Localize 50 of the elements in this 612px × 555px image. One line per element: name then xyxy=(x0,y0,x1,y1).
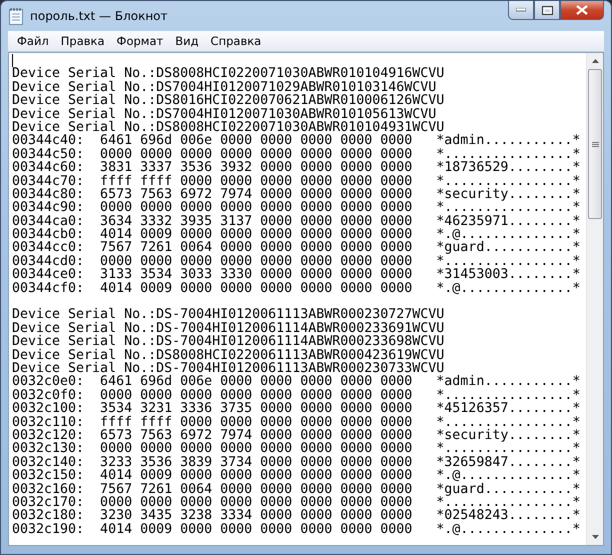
text-line: 00344cc0: 7567 7261 0064 0000 0000 0000 0000 0000 *guard...........* xyxy=(12,241,582,255)
text-line: 0032c180: 3230 3435 3238 3334 0000 0000 0000 0000 *02548243........* xyxy=(12,509,582,523)
text-line: 0032c130: 0000 0000 0000 0000 0000 0000 0000 0000 *................* xyxy=(12,442,582,456)
text-line: 00344c70: ffff ffff 0000 0000 0000 0000 0000 0000 *................* xyxy=(12,174,582,188)
text-line: 00344ce0: 3133 3534 3033 3330 0000 0000 0000 0000 *31453003........* xyxy=(12,268,582,282)
scrollbar-thumb[interactable] xyxy=(588,69,602,219)
text-line: Device Serial No.:DS8008HCI0220061113ABWR000423619WCVU xyxy=(12,348,446,362)
text-line: 00344c40: 6461 696d 006e 0000 0000 0000 0000 0000 *admin...........* xyxy=(12,134,582,148)
text-line: 00344c80: 6573 7563 6972 7974 0000 0000 0000 0000 *security........* xyxy=(12,188,582,202)
text-line: 0032c170: 0000 0000 0000 0000 0000 0000 0000 0000 *................* xyxy=(12,496,582,510)
text-line: 0032c160: 7567 7261 0064 0000 0000 0000 0000 0000 *guard...........* xyxy=(12,482,582,496)
notepad-icon xyxy=(8,7,24,25)
text-line: 0032c140: 3233 3536 3839 3734 0000 0000 0000 0000 *32659847........* xyxy=(12,456,582,470)
text-line: 0032c150: 4014 0009 0000 0000 0000 0000 0000 0000 *.@..............* xyxy=(12,469,582,482)
text-line: 00344c90: 0000 0000 0000 0000 0000 0000 0000 0000 *................* xyxy=(12,201,582,215)
menu-item[interactable]: Формат xyxy=(110,34,170,48)
close-button[interactable] xyxy=(560,1,604,20)
text-line: Device Serial No.:DS7004HI0120071030ABWR010105613WCVU xyxy=(12,108,436,121)
text-line: 0032c0e0: 6461 696d 006e 0000 0000 0000 0000 0000 *admin...........* xyxy=(12,375,582,389)
close-icon xyxy=(576,5,588,15)
window-title: пороль.txt — Блокнот xyxy=(30,9,168,23)
text-line: 00344c60: 3831 3337 3536 3932 0000 0000 0000 0000 *18736529........* xyxy=(12,161,582,175)
text-line: Device Serial No.:DS-7004HI0120061113ABWR000230727WCVU xyxy=(12,308,446,322)
text-line: Device Serial No.:DS-7004HI0120061113ABWR000230733WCVU xyxy=(12,362,444,376)
text-line: 00344cd0: 0000 0000 0000 0000 0000 0000 0000 0000 *................* xyxy=(12,254,582,268)
text-line: 0032c110: ffff ffff 0000 0000 0000 0000 0000 0000 *................* xyxy=(12,416,582,429)
minimize-icon xyxy=(516,8,526,12)
maximize-button[interactable] xyxy=(534,1,560,20)
text-line: Device Serial No.:DS8016HCI0220070621ABWR010006126WCVU xyxy=(12,94,446,108)
text-line: Device Serial No.:DS-7004HI0120061114ABWR000233691WCVU xyxy=(12,322,446,336)
text-line: Device Serial No.:DS8008HCI0220071030ABWR010104916WCVU xyxy=(12,67,446,81)
text-line: 0032c100: 3534 3231 3336 3735 0000 0000 0000 0000 *45126357........* xyxy=(12,402,582,416)
text-line: 00344cf0: 4014 0009 0000 0000 0000 0000 0000 0000 *.@..............* xyxy=(12,282,582,296)
menu-item[interactable]: Файл xyxy=(11,34,55,48)
text-line: 0032c190: 4014 0009 0000 0000 0000 0000 0000 0000 *.@..............* xyxy=(12,522,582,536)
text-line: 00344cb0: 4014 0009 0000 0000 0000 0000 0000 0000 *.@..............* xyxy=(12,228,582,242)
minimize-button[interactable] xyxy=(508,1,534,20)
text-line: 00344c50: 0000 0000 0000 0000 0000 0000 0000 0000 *................* xyxy=(12,148,582,162)
text-line: 0032c0f0: 0000 0000 0000 0000 0000 0000 0000 0000 *................* xyxy=(12,388,582,402)
scrollbar[interactable] xyxy=(586,53,603,545)
text-line: Device Serial No.:DS8008HCI0220071030ABWR010104931WCVU xyxy=(12,120,444,134)
maximize-icon xyxy=(542,6,552,14)
menu-item[interactable]: Справка xyxy=(204,34,268,48)
menu-item[interactable]: Вид xyxy=(169,34,205,48)
menu-item[interactable]: Правка xyxy=(54,34,111,48)
text-line: 00344ca0: 3634 3332 3935 3137 0000 0000 0000 0000 *46235971........* xyxy=(12,214,582,228)
text-line: Device Serial No.:DS7004HI0120071029ABWR010103146WCVU xyxy=(12,80,436,94)
text-line: Device Serial No.:DS-7004HI0120061114ABWR000233698WCVU xyxy=(12,335,446,349)
text-line: 0032c120: 6573 7563 6972 7974 0000 0000 0000 0000 *security........* xyxy=(12,428,582,442)
text-cursor xyxy=(12,54,13,67)
